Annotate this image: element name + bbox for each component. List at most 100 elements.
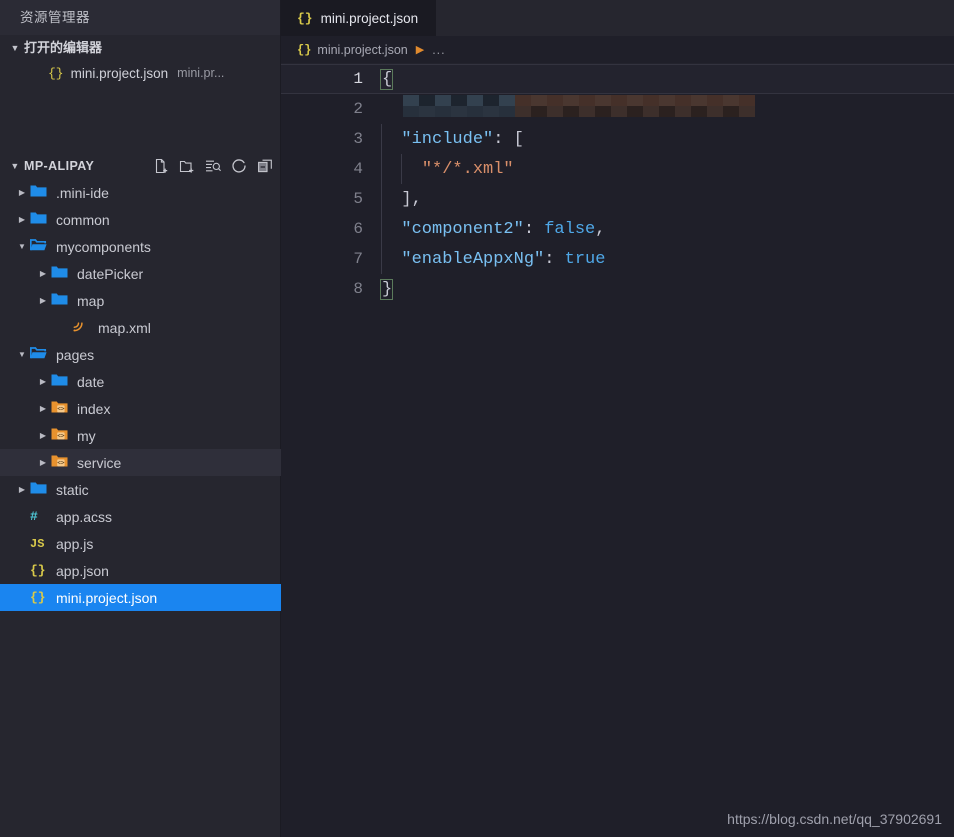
tree-item-icon: <> xyxy=(51,400,71,417)
chevron-right-icon[interactable]: ▶ xyxy=(35,377,51,386)
folder-code-icon: <> xyxy=(51,400,68,417)
open-editors-list: {} mini.project.json mini.pr... xyxy=(0,61,281,153)
chevron-right-icon[interactable]: ▶ xyxy=(14,485,30,494)
new-file-icon[interactable] xyxy=(153,158,169,174)
chevron-down-icon[interactable]: ▼ xyxy=(8,35,22,61)
tree-item-icon: <> xyxy=(51,454,71,471)
code-token: } xyxy=(380,278,394,300)
indent-guide xyxy=(381,124,382,154)
tree-item-icon xyxy=(72,319,92,336)
tree-folder-row[interactable]: ▶ datePicker xyxy=(0,260,281,287)
chevron-right-icon[interactable]: ▶ xyxy=(35,404,51,413)
code-line[interactable]: 6 "component2": false, xyxy=(281,214,954,244)
open-editors-label: 打开的编辑器 xyxy=(24,40,103,55)
tree-item-label: datePicker xyxy=(77,265,144,282)
chevron-right-icon[interactable]: ▶ xyxy=(14,215,30,224)
new-folder-icon[interactable] xyxy=(179,158,195,174)
folder-icon xyxy=(51,292,68,309)
explorer-title: 资源管理器 xyxy=(0,0,281,35)
collapse-all-icon[interactable] xyxy=(257,158,273,174)
open-editor-name: mini.project.json xyxy=(70,65,169,81)
code-editor[interactable]: 1{ 2 3 "include": [4 "*/*.xml" 5 ], 6 "compo… xyxy=(281,64,954,837)
explorer-actions xyxy=(153,158,273,174)
code-token: false xyxy=(544,219,596,239)
line-number: 4 xyxy=(353,160,363,178)
tree-item-label: map xyxy=(77,292,105,309)
tree-file-row[interactable]: JS app.js xyxy=(0,530,281,557)
chevron-right-icon[interactable]: ▶ xyxy=(35,431,51,440)
code-token: : [ xyxy=(493,129,524,149)
folder-icon xyxy=(51,265,68,282)
tree-item-label: app.js xyxy=(56,535,94,552)
code-token: "enableAppxNg" xyxy=(401,249,545,269)
tree-item-label: mini.project.json xyxy=(56,589,158,606)
tree-folder-row[interactable]: ▶ .mini-ide xyxy=(0,179,281,206)
line-number: 2 xyxy=(353,100,363,118)
tree-file-row[interactable]: map.xml xyxy=(0,314,281,341)
tree-item-icon: {} xyxy=(30,590,50,605)
code-line[interactable]: 2 xyxy=(281,94,954,124)
project-section-header[interactable]: ▼ MP-ALIPAY xyxy=(0,153,281,179)
tree-folder-row[interactable]: ▶ <> my xyxy=(0,422,281,449)
tree-item-icon xyxy=(30,481,50,498)
code-line[interactable]: 5 ], xyxy=(281,184,954,214)
search-in-folder-icon[interactable] xyxy=(205,158,221,174)
redacted-content xyxy=(403,95,755,117)
tree-item-icon xyxy=(51,292,71,309)
explorer-sidebar: 资源管理器 ▼ 打开的编辑器 {} mini.project.json mini.p… xyxy=(0,0,281,837)
tree-folder-row[interactable]: ▶ static xyxy=(0,476,281,503)
code-line[interactable]: 1{ xyxy=(281,64,954,94)
code-line-text: } xyxy=(380,278,394,300)
tree-file-row[interactable]: {} app.json xyxy=(0,557,281,584)
chevron-right-icon[interactable]: ▶ xyxy=(14,188,30,197)
line-number: 7 xyxy=(353,250,363,268)
open-editor-path: mini.pr... xyxy=(177,66,225,80)
json-braces-icon: {} xyxy=(30,563,46,578)
tree-folder-row[interactable]: ▼ mycomponents xyxy=(0,233,281,260)
chevron-down-icon[interactable]: ▼ xyxy=(8,161,22,171)
json-braces-icon: {} xyxy=(48,65,64,81)
tree-file-row[interactable]: # app.acss xyxy=(0,503,281,530)
tree-folder-row[interactable]: ▶ common xyxy=(0,206,281,233)
tree-folder-row[interactable]: ▶ map xyxy=(0,287,281,314)
code-line-text xyxy=(381,95,755,123)
chevron-down-icon[interactable]: ▼ xyxy=(14,242,30,251)
svg-text:<>: <> xyxy=(57,460,65,467)
code-line[interactable]: 4 "*/*.xml" xyxy=(281,154,954,184)
editor-area: {} mini.project.json {} mini.project.json… xyxy=(281,0,954,837)
chevron-down-icon[interactable]: ▼ xyxy=(14,350,30,359)
code-line[interactable]: 3 "include": [ xyxy=(281,124,954,154)
folder-icon xyxy=(51,373,68,390)
breadcrumb: {} mini.project.json ▶ ... xyxy=(281,36,954,64)
tree-item-icon: {} xyxy=(30,563,50,578)
code-token: { xyxy=(380,68,394,90)
code-token: true xyxy=(564,249,606,269)
code-line[interactable]: 7 "enableAppxNg": true xyxy=(281,244,954,274)
json-braces-icon: {} xyxy=(297,11,313,26)
tree-folder-row[interactable]: ▶ date xyxy=(0,368,281,395)
refresh-icon[interactable] xyxy=(231,158,247,174)
editor-tab[interactable]: {} mini.project.json xyxy=(281,0,437,36)
code-token: "component2" xyxy=(401,219,524,239)
tree-folder-row[interactable]: ▶ <> index xyxy=(0,395,281,422)
chevron-right-icon[interactable]: ▶ xyxy=(35,296,51,305)
open-editor-item[interactable]: {} mini.project.json mini.pr... xyxy=(0,61,281,85)
breadcrumb-more[interactable]: ... xyxy=(432,43,445,57)
chevron-right-icon[interactable]: ▶ xyxy=(35,458,51,467)
open-editors-section-header[interactable]: ▼ 打开的编辑器 xyxy=(0,35,281,61)
breadcrumb-file[interactable]: mini.project.json xyxy=(317,43,407,57)
tree-folder-row[interactable]: ▶ <> service xyxy=(0,449,281,476)
tree-folder-row[interactable]: ▼ pages xyxy=(0,341,281,368)
tree-item-icon xyxy=(51,373,71,390)
indent-guide xyxy=(381,184,382,214)
code-token: , xyxy=(595,219,606,239)
tree-item-icon: <> xyxy=(51,427,71,444)
tree-item-icon xyxy=(51,265,71,282)
tree-item-label: my xyxy=(77,427,96,444)
chevron-right-icon[interactable]: ▶ xyxy=(35,269,51,278)
code-line[interactable]: 8} xyxy=(281,274,954,304)
tree-file-row[interactable]: {} mini.project.json xyxy=(0,584,281,611)
folder-code-icon: <> xyxy=(51,427,68,444)
code-line-text: { xyxy=(380,68,394,90)
tree-item-label: common xyxy=(56,211,110,228)
